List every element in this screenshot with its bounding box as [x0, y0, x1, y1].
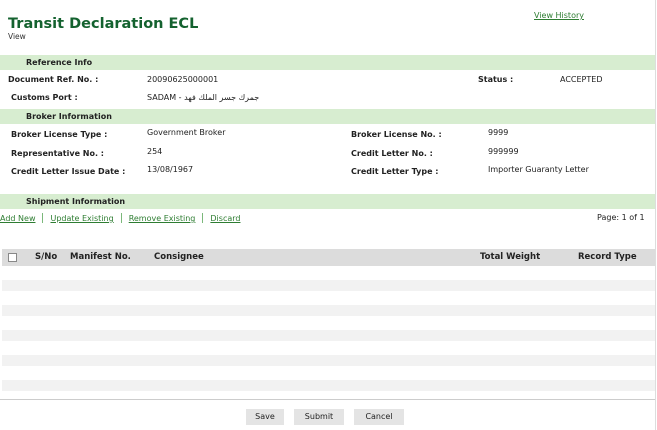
broker-license-no-label: Broker License No. : [351, 130, 442, 139]
page-title: Transit Declaration ECL [8, 16, 199, 32]
customs-port-label: Customs Port : [11, 93, 78, 102]
column-consignee[interactable]: Consignee [154, 252, 204, 262]
representative-no-label: Representative No. : [11, 149, 104, 158]
add-new-link[interactable]: Add New [0, 214, 35, 223]
column-total-weight[interactable]: Total Weight [480, 252, 540, 262]
reference-info-header: Reference Info [0, 55, 655, 70]
broker-info-heading: Broker Information [26, 112, 112, 121]
credit-letter-no-value: 999999 [488, 147, 519, 156]
representative-no-value: 254 [147, 147, 163, 156]
link-separator [120, 213, 122, 223]
shipment-actions: Add New Update Existing Remove Existing Dis… [0, 213, 240, 223]
credit-letter-issue-date-value: 13/08/1967 [147, 165, 194, 174]
column-manifest-no[interactable]: Manifest No. [70, 252, 131, 262]
submit-button[interactable]: Submit [294, 409, 344, 425]
doc-ref-value: 20090625000001 [147, 75, 219, 84]
table-row [2, 280, 655, 291]
remove-existing-link[interactable]: Remove Existing [129, 214, 196, 223]
column-sno[interactable]: S/No [35, 252, 57, 262]
cancel-button[interactable]: Cancel [354, 409, 404, 425]
broker-license-no-value: 9999 [488, 128, 509, 137]
table-row [2, 305, 655, 316]
update-existing-link[interactable]: Update Existing [50, 214, 113, 223]
doc-ref-label: Document Ref. No. : [8, 75, 99, 84]
shipment-info-heading: Shipment Information [26, 197, 126, 206]
reference-info-heading: Reference Info [26, 58, 93, 67]
shipment-table-header: S/No Manifest No. Consignee Total Weight… [2, 249, 655, 266]
credit-letter-no-label: Credit Letter No. : [351, 149, 433, 158]
table-row [2, 355, 655, 366]
credit-letter-issue-date-label: Credit Letter Issue Date : [11, 167, 126, 176]
page-subtitle: View [8, 32, 26, 41]
customs-port-value: SADAM - جمرك جسر الملك فهد [147, 93, 260, 102]
table-row [2, 330, 655, 341]
pagination-text: Page: 1 of 1 [597, 213, 645, 222]
status-label: Status : [478, 75, 514, 84]
status-value: ACCEPTED [560, 75, 603, 84]
link-separator [202, 213, 204, 223]
table-row [2, 380, 655, 391]
link-separator [42, 213, 44, 223]
credit-letter-type-label: Credit Letter Type : [351, 167, 439, 176]
broker-info-header: Broker Information [0, 109, 655, 124]
broker-license-type-value: Government Broker [147, 128, 226, 137]
credit-letter-type-value: Importer Guaranty Letter [488, 165, 589, 174]
divider [0, 399, 655, 400]
scrollbar-edge [655, 0, 656, 430]
save-button[interactable]: Save [246, 409, 284, 425]
view-history-link[interactable]: View History [534, 11, 584, 20]
shipment-info-header: Shipment Information [0, 194, 655, 209]
column-record-type[interactable]: Record Type [578, 252, 637, 262]
select-all-checkbox[interactable] [8, 253, 17, 262]
discard-link[interactable]: Discard [210, 214, 240, 223]
broker-license-type-label: Broker License Type : [11, 130, 108, 139]
